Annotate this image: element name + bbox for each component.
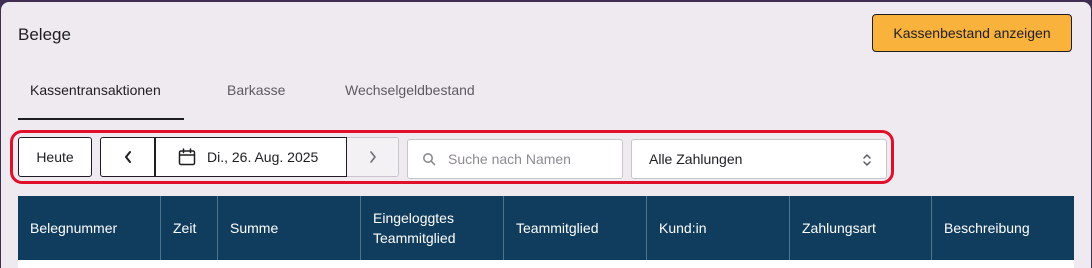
column-header-total[interactable]: Summe xyxy=(218,196,361,260)
calendar-icon xyxy=(178,148,196,166)
next-day-button[interactable] xyxy=(347,138,398,176)
search-field xyxy=(407,139,623,179)
tab-petty-cash[interactable]: Barkasse xyxy=(227,82,285,98)
tab-change-balance[interactable]: Wechselgeldbestand xyxy=(345,82,475,98)
date-label: Di., 26. Aug. 2025 xyxy=(207,149,319,165)
column-header-logged-in-member[interactable]: Eingeloggtes Teammitglied xyxy=(361,196,504,260)
previous-day-button[interactable] xyxy=(100,137,155,177)
active-tab-indicator xyxy=(18,118,184,120)
date-picker[interactable]: Di., 26. Aug. 2025 xyxy=(155,137,347,177)
date-navigator: Di., 26. Aug. 2025 xyxy=(100,137,399,177)
today-button[interactable]: Heute xyxy=(18,137,92,177)
search-input[interactable] xyxy=(446,150,610,168)
show-cash-balance-button[interactable]: Kassenbestand anzeigen xyxy=(872,14,1072,52)
chevron-up-down-icon xyxy=(863,154,871,166)
column-header-team-member[interactable]: Teammitglied xyxy=(504,196,647,260)
search-icon xyxy=(423,153,436,166)
payment-filter-value: Alle Zahlungen xyxy=(649,151,743,167)
column-header-receipt-number[interactable]: Belegnummer xyxy=(18,196,161,260)
receipts-panel: Belege Kassenbestand anzeigen Kassentran… xyxy=(1,2,1091,268)
table-header: Belegnummer Zeit Summe Eingeloggtes Team… xyxy=(18,196,1074,260)
page-title: Belege xyxy=(18,25,71,44)
chevron-left-icon xyxy=(124,151,131,163)
column-header-time[interactable]: Zeit xyxy=(161,196,218,260)
table-body xyxy=(18,260,1074,268)
tab-cash-transactions[interactable]: Kassentransaktionen xyxy=(30,82,161,98)
column-header-customer[interactable]: Kund:in xyxy=(647,196,790,260)
payment-filter-select[interactable]: Alle Zahlungen xyxy=(631,139,887,179)
column-header-payment-type[interactable]: Zahlungsart xyxy=(790,196,932,260)
column-header-description[interactable]: Beschreibung xyxy=(932,196,1074,260)
chevron-right-icon xyxy=(369,151,376,163)
